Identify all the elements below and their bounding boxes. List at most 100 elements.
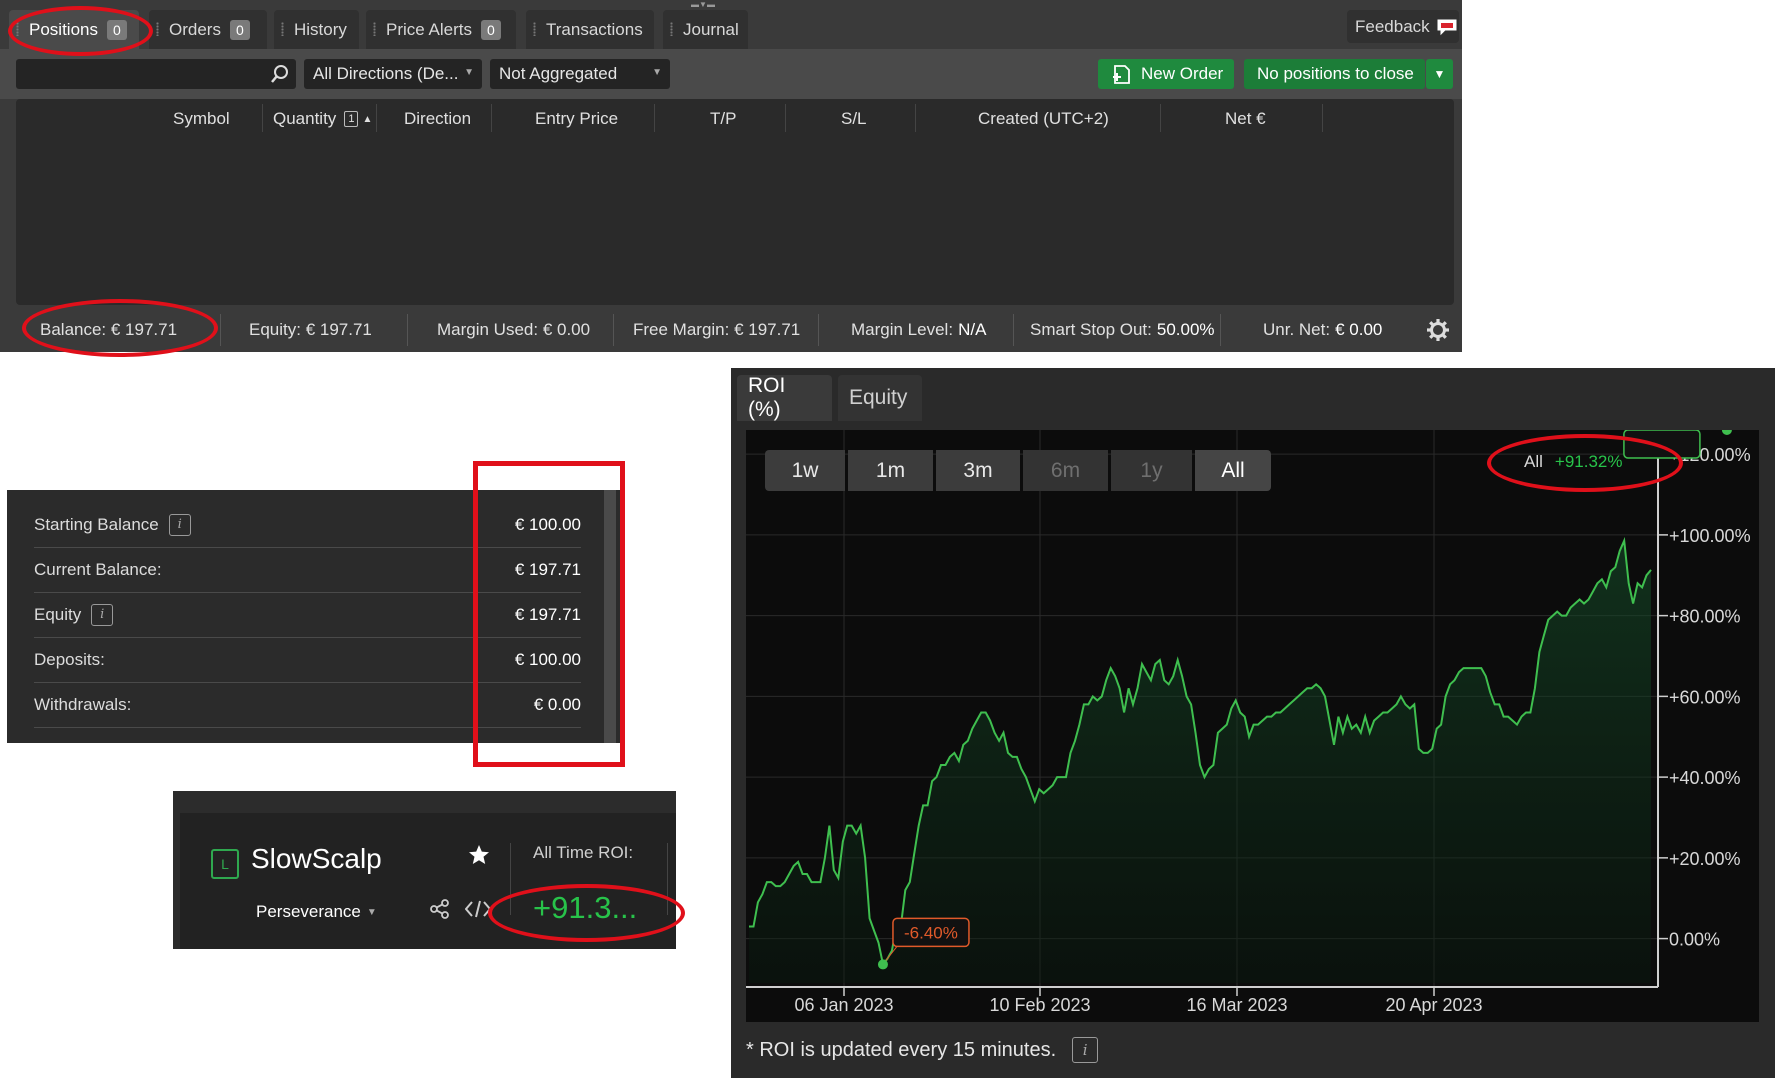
caret-down-icon: ▼ <box>1433 67 1446 81</box>
tab-orders[interactable]: Orders 0 <box>149 10 267 49</box>
highlight-roi-summary <box>1487 434 1683 492</box>
status-divider <box>1013 314 1014 346</box>
tab-history[interactable]: History <box>274 10 359 49</box>
range-button-1w[interactable]: 1w <box>765 450 845 491</box>
column-divider[interactable] <box>376 104 377 132</box>
new-order-icon <box>1113 65 1130 84</box>
stat-label: Current Balance: <box>34 560 162 579</box>
column-label: T/P <box>710 109 737 128</box>
new-order-button[interactable]: New Order <box>1098 59 1234 89</box>
column-header-created[interactable]: Created (UTC+2) <box>978 106 1109 132</box>
column-label: Created (UTC+2) <box>978 109 1109 128</box>
smart-stop-out-readout: Smart Stop Out: 50.00% <box>1030 318 1215 342</box>
search-icon[interactable] <box>270 64 290 84</box>
direction-filter-dropdown[interactable]: All Directions (De... ▼ <box>304 59 482 89</box>
direction-filter-value: All Directions (De... <box>313 64 459 83</box>
highlight-balance <box>22 299 218 357</box>
strategy-name[interactable]: SlowScalp <box>251 843 382 875</box>
column-label: Net € <box>1225 109 1266 128</box>
stat-label: Equity <box>34 605 82 624</box>
equity-readout: Equity: € 197.71 <box>249 320 372 339</box>
tab-equity[interactable]: Equity <box>838 375 922 421</box>
status-divider <box>220 314 221 346</box>
info-icon[interactable]: i <box>168 514 191 536</box>
close-positions-button[interactable]: No positions to close <box>1244 59 1425 89</box>
column-header-net[interactable]: Net € <box>1225 106 1266 132</box>
drag-handle-icon[interactable] <box>156 22 159 36</box>
margin-used-readout: Margin Used: € 0.00 <box>437 320 591 339</box>
column-header-direction[interactable]: Direction <box>404 106 471 132</box>
column-label: S/L <box>841 109 867 128</box>
embed-code-icon[interactable] <box>465 899 491 919</box>
tab-transactions[interactable]: Transactions <box>526 10 654 49</box>
range-button-all[interactable]: All <box>1195 450 1271 491</box>
smart-stop-out-value: 50.00% <box>1156 320 1215 339</box>
roi-note-text: * ROI is updated every 15 minutes. <box>746 1038 1057 1061</box>
unrealized-net-value: € 0.00 <box>1335 320 1383 339</box>
range-button-3m[interactable]: 3m <box>936 450 1020 491</box>
column-divider[interactable] <box>491 104 492 132</box>
roi-chart[interactable]: 0.00% +20.00% +40.00% +60.00% +80.00% +100.00… <box>746 430 1759 1022</box>
margin-level-label: Margin Level: <box>851 320 954 339</box>
min-point-marker <box>877 959 888 970</box>
tab-journal[interactable]: Journal <box>663 10 748 49</box>
x-tick-label: 06 Jan 2023 <box>794 995 893 1015</box>
sort-ascending-icon: ▲ <box>362 113 373 125</box>
info-icon[interactable]: i <box>1072 1037 1099 1063</box>
stat-label: Starting Balance <box>34 515 159 534</box>
tab-label: Orders <box>169 19 221 39</box>
column-header-tp[interactable]: T/P <box>710 106 736 132</box>
sort-order-badge: 1 <box>344 111 359 127</box>
feedback-label: Feedback <box>1355 16 1430 36</box>
x-tick-label: 10 Feb 2023 <box>989 995 1090 1015</box>
panel-resize-grip[interactable]: ▬▼▬ <box>688 1 718 9</box>
column-divider[interactable] <box>915 104 916 132</box>
tab-label: History <box>294 19 347 39</box>
drag-handle-icon[interactable] <box>533 22 536 36</box>
column-header-symbol[interactable]: Symbol <box>173 106 230 132</box>
column-divider[interactable] <box>1160 104 1161 132</box>
tab-price-alerts[interactable]: Price Alerts 0 <box>366 10 516 49</box>
x-tick-label: 20 Apr 2023 <box>1385 995 1482 1015</box>
risk-profile-dropdown[interactable]: Perseverance ▼ <box>256 902 377 922</box>
column-divider[interactable] <box>262 104 263 132</box>
tab-label: Journal <box>683 19 739 39</box>
info-icon[interactable]: i <box>91 604 114 626</box>
aggregation-dropdown[interactable]: Not Aggregated ▼ <box>490 59 670 89</box>
range-button-1m[interactable]: 1m <box>848 450 933 491</box>
drag-handle-icon[interactable] <box>670 22 673 36</box>
highlight-all-time-roi <box>488 884 685 942</box>
column-divider[interactable] <box>654 104 655 132</box>
search-input[interactable] <box>16 59 296 89</box>
column-header-sl[interactable]: S/L <box>841 106 867 132</box>
settings-gear-icon[interactable] <box>1426 318 1450 342</box>
column-divider[interactable] <box>1322 104 1323 132</box>
y-tick-label: +60.00% <box>1669 687 1741 707</box>
caret-down-icon: ▼ <box>366 906 377 918</box>
feedback-button[interactable]: Feedback <box>1347 10 1459 43</box>
margin-level-value: N/A <box>958 320 987 339</box>
risk-profile-value: Perseverance <box>256 902 361 921</box>
strategy-logo: L <box>211 849 239 879</box>
margin-level-readout: Margin Level: N/A <box>851 318 986 342</box>
close-positions-label: No positions to close <box>1257 64 1414 83</box>
drag-handle-icon[interactable] <box>373 22 376 36</box>
caret-down-icon: ▼ <box>652 67 662 78</box>
x-tick-label: 16 Mar 2023 <box>1186 995 1287 1015</box>
status-divider <box>407 314 408 346</box>
share-icon[interactable] <box>429 898 451 920</box>
tab-roi[interactable]: ROI (%) <box>737 374 832 421</box>
new-order-label: New Order <box>1141 64 1224 83</box>
column-label: Direction <box>404 109 472 128</box>
star-icon[interactable] <box>468 844 490 865</box>
column-divider[interactable] <box>785 104 786 132</box>
range-button-6m: 6m <box>1023 450 1108 491</box>
column-header-entry-price[interactable]: Entry Price <box>535 106 618 132</box>
highlight-positions-tab <box>8 6 153 56</box>
close-options-dropdown[interactable]: ▼ <box>1426 59 1453 89</box>
drag-handle-icon[interactable] <box>281 22 284 36</box>
caret-down-icon: ▼ <box>464 67 474 78</box>
count-badge: 0 <box>229 19 250 40</box>
column-header-quantity[interactable]: Quantity 1 ▲ <box>273 106 372 132</box>
aggregation-value: Not Aggregated <box>499 64 618 83</box>
